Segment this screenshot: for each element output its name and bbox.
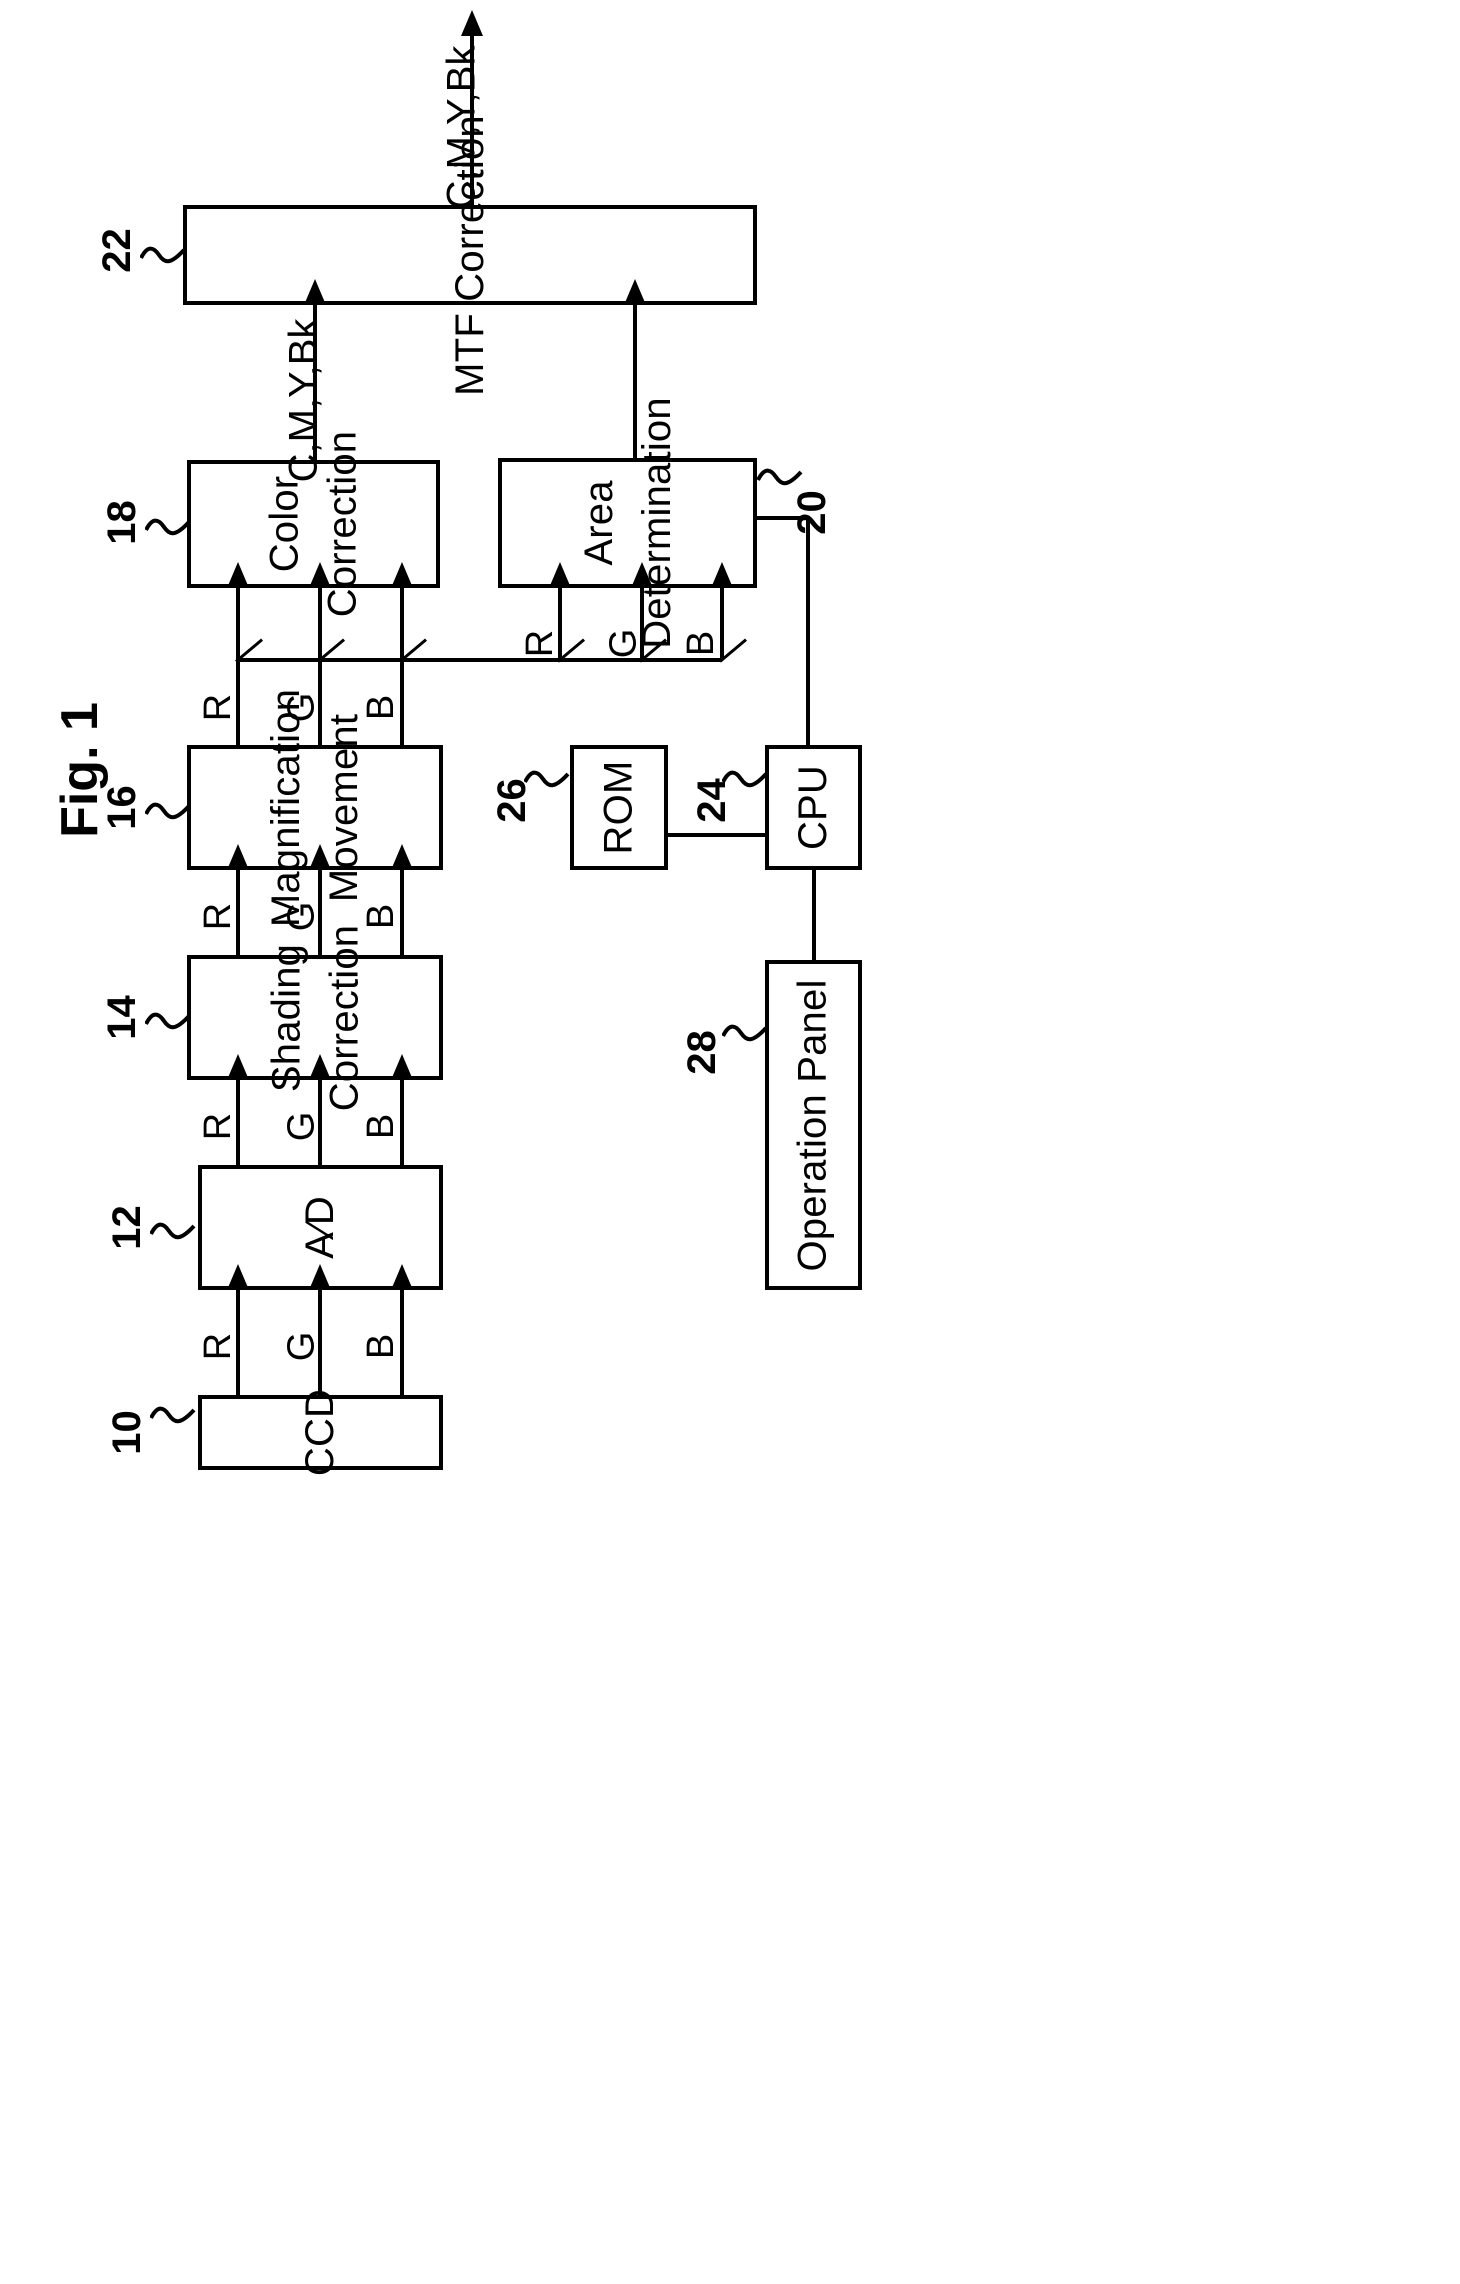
- block-rom[interactable]: ROM: [570, 745, 668, 870]
- shading-line1: Shading: [263, 943, 308, 1092]
- figure-title: Fig. 1: [51, 702, 109, 838]
- arrow-area-to-mtf: [633, 305, 637, 458]
- ref-number-28: 28: [679, 1030, 724, 1075]
- signal-label-magn-area-r: R: [519, 629, 562, 658]
- signal-label-ccd-ad-g: G: [280, 1331, 323, 1362]
- signal-label-shading-magn-r: R: [197, 902, 240, 931]
- ref-number-18: 18: [99, 500, 144, 545]
- block-ccd[interactable]: CCD: [198, 1388, 443, 1477]
- signal-label-magn-color-r: R: [197, 693, 240, 722]
- signal-label-ad-shading-b: B: [360, 1113, 403, 1140]
- block-mtf-correction[interactable]: MTF Correction: [183, 114, 757, 396]
- signal-label-ad-shading-r: R: [197, 1112, 240, 1141]
- signal-label-magn-area-b: B: [680, 630, 723, 657]
- leader-squiggle-18: [145, 516, 191, 538]
- color-correction-line2: Correction: [320, 430, 365, 618]
- signal-label-ccd-ad-b: B: [360, 1333, 403, 1360]
- leader-squiggle-16: [145, 800, 191, 822]
- ref-number-20: 20: [789, 490, 834, 535]
- arrow-magn-to-color-b: [400, 588, 404, 745]
- block-cpu[interactable]: CPU: [765, 745, 862, 870]
- signal-label-magn-color-b: B: [360, 694, 403, 721]
- ref-number-22: 22: [94, 228, 139, 273]
- signal-label-shading-magn-g: G: [280, 901, 323, 932]
- block-ccd-label: CCD: [297, 1388, 342, 1477]
- block-operation-panel-label: Operation Panel: [791, 978, 835, 1272]
- leader-squiggle-22: [140, 244, 186, 266]
- patent-figure-sheet: Fig. 1 MTF Correction 22 C,M,Y,Bk Color …: [0, 0, 1460, 2284]
- leader-squiggle-26: [524, 768, 570, 790]
- ref-number-12: 12: [104, 1205, 149, 1250]
- block-mtf-correction-label: MTF Correction: [447, 114, 492, 396]
- leader-squiggle-14: [145, 1010, 191, 1032]
- line-cpu-to-area-horizontal: [757, 516, 810, 520]
- ref-number-14: 14: [99, 995, 144, 1040]
- signal-label-mtf-output: C,M,Y,Bk: [439, 45, 484, 210]
- signal-label-shading-magn-b: B: [360, 903, 403, 930]
- signal-label-ccd-ad-r: R: [197, 1332, 240, 1361]
- area-determination-line1: Area: [576, 480, 621, 566]
- ref-number-16: 16: [99, 785, 144, 830]
- leader-squiggle-10: [150, 1404, 196, 1426]
- magnification-line1: Magnification: [263, 688, 308, 927]
- line-cpu-to-panel: [812, 870, 816, 962]
- arrow-magn-to-color-r: [236, 588, 240, 745]
- bus-magn-to-area: [236, 658, 722, 662]
- line-cpu-to-area-vertical: [806, 516, 810, 748]
- leader-squiggle-24: [722, 768, 768, 790]
- leader-squiggle-12: [150, 1220, 196, 1242]
- block-operation-panel[interactable]: Operation Panel: [765, 960, 862, 1290]
- leader-squiggle-28: [722, 1022, 768, 1044]
- ref-number-10: 10: [104, 1410, 149, 1455]
- block-cpu-label: CPU: [791, 764, 835, 851]
- color-correction-line1: Color: [262, 475, 307, 573]
- block-rom-label: ROM: [596, 760, 641, 855]
- signal-label-color-to-mtf: C,M,Y,Bk: [281, 318, 326, 483]
- leader-squiggle-20: [757, 466, 803, 488]
- shading-line2: Correction: [321, 924, 366, 1111]
- signal-label-magn-color-g: G: [280, 692, 323, 723]
- line-rom-to-cpu: [668, 833, 765, 837]
- signal-label-ad-shading-g: G: [280, 1111, 323, 1142]
- signal-label-magn-area-g: G: [602, 628, 645, 659]
- magnification-line2: Movement: [321, 713, 366, 902]
